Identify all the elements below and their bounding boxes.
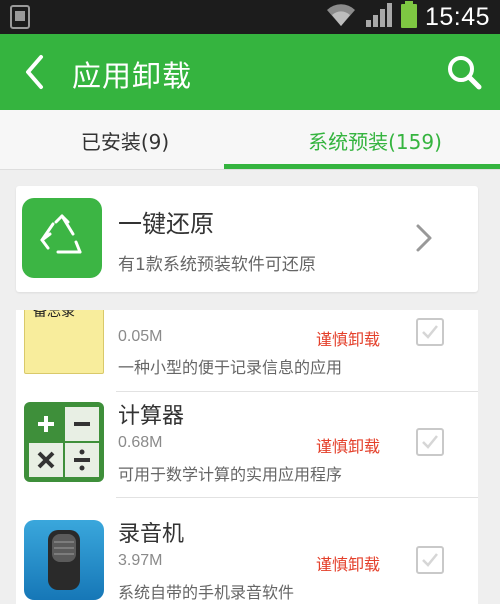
- app-size: 3.97M: [118, 552, 163, 569]
- signal-icon: [365, 2, 393, 32]
- restore-description: 有1款系统预装软件可还原: [118, 255, 316, 275]
- wifi-icon: [324, 2, 358, 32]
- back-button[interactable]: [14, 48, 54, 96]
- tab-system-preinstalled[interactable]: 系统预装(159): [250, 110, 500, 170]
- list-item[interactable]: 录音机 3.97M 系统自带的手机录音软件 谨慎卸载: [16, 500, 478, 604]
- app-name: 录音机: [118, 522, 185, 547]
- sim-icon: [8, 5, 34, 29]
- chevron-right-icon: [416, 224, 432, 252]
- caution-uninstall-label: 谨慎卸载: [316, 437, 381, 456]
- battery-icon: [400, 1, 418, 33]
- list-item[interactable]: 备忘录 0.05M 一种小型的便于记录信息的应用 谨慎卸载: [16, 310, 478, 392]
- caution-uninstall-label: 谨慎卸载: [316, 330, 381, 349]
- memo-app-icon: 备忘录: [24, 310, 104, 374]
- search-icon: [448, 56, 482, 90]
- tab-installed[interactable]: 已安装(9): [0, 110, 250, 170]
- app-size: 0.05M: [118, 328, 163, 345]
- search-button[interactable]: [440, 48, 488, 96]
- app-name: 计算器: [118, 404, 185, 429]
- app-description: 一种小型的便于记录信息的应用: [118, 358, 343, 377]
- app-checkbox[interactable]: [416, 318, 444, 346]
- divider: [116, 497, 478, 498]
- app-description: 系统自带的手机录音软件: [118, 583, 295, 602]
- recorder-app-icon: [24, 520, 104, 600]
- status-bar: 15:45: [0, 0, 500, 34]
- recycle-icon: [22, 198, 102, 278]
- app-header: 应用卸载: [0, 34, 500, 110]
- page-title: 应用卸载: [72, 59, 193, 93]
- app-checkbox[interactable]: [416, 428, 444, 456]
- active-tab-indicator: [224, 164, 500, 169]
- one-click-restore-card[interactable]: 一键还原 有1款系统预装软件可还原: [16, 186, 478, 292]
- restore-title: 一键还原: [118, 210, 214, 238]
- app-checkbox[interactable]: [416, 546, 444, 574]
- tab-bar: 已安装(9) 系统预装(159): [0, 110, 500, 170]
- check-icon: [422, 325, 438, 339]
- caution-uninstall-label: 谨慎卸载: [316, 555, 381, 574]
- app-description: 可用于数学计算的实用应用程序: [118, 465, 343, 484]
- list-item[interactable]: 计算器 0.68M 可用于数学计算的实用应用程序 谨慎卸载: [16, 382, 478, 498]
- app-list: 备忘录 0.05M 一种小型的便于记录信息的应用 谨慎卸载 计算器 0.68M …: [16, 310, 478, 604]
- calculator-app-icon: [24, 402, 104, 482]
- check-icon: [422, 553, 438, 567]
- check-icon: [422, 435, 438, 449]
- status-time: 15:45: [424, 2, 490, 31]
- back-arrow-icon: [26, 55, 43, 89]
- app-size: 0.68M: [118, 434, 163, 451]
